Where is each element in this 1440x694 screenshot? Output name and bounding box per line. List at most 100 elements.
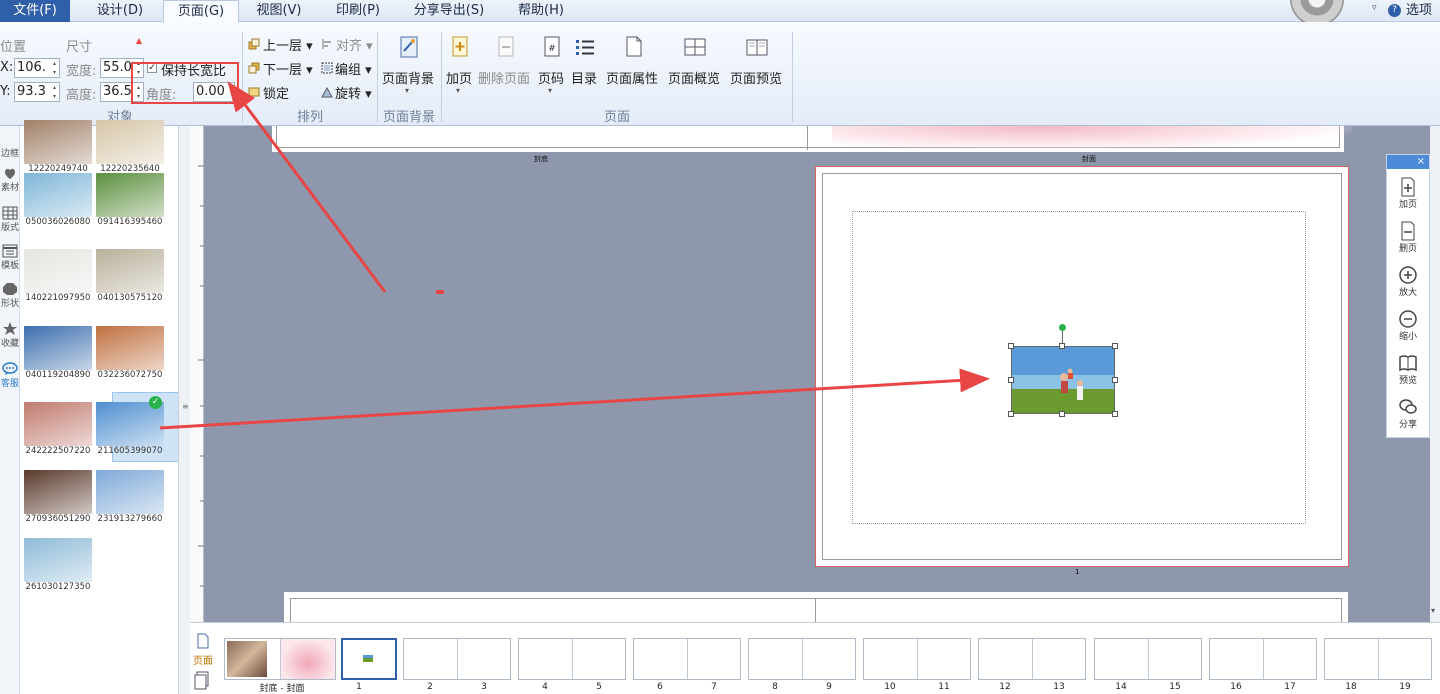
- spread-thumbnail[interactable]: [748, 638, 856, 680]
- book-icon: [1399, 355, 1417, 372]
- photo-thumbnail[interactable]: [96, 120, 164, 164]
- page-preview-button[interactable]: 页面预览: [730, 68, 782, 87]
- resize-handle[interactable]: [1008, 377, 1014, 383]
- page-number-label: 7: [711, 682, 717, 692]
- photo-thumbnail[interactable]: [96, 470, 164, 514]
- resize-handle[interactable]: [1059, 411, 1065, 417]
- quick-share[interactable]: 分享: [1387, 397, 1429, 430]
- photo-thumbnail[interactable]: [24, 249, 92, 293]
- pages-stack-icon[interactable]: [194, 671, 210, 691]
- resize-handle[interactable]: [1008, 343, 1014, 349]
- page-background-button[interactable]: 页面背景: [382, 68, 434, 87]
- quick-zoom-out[interactable]: 缩小: [1387, 309, 1429, 342]
- photo-thumbnail[interactable]: [24, 538, 92, 582]
- spread-thumbnail[interactable]: [1324, 638, 1432, 680]
- photo-thumbnail[interactable]: [24, 120, 92, 164]
- page-number-label: 19: [1399, 682, 1411, 692]
- photo-thumbnail[interactable]: [96, 249, 164, 293]
- cover-thumbnail[interactable]: [224, 638, 336, 680]
- spread-thumbnail[interactable]: [1094, 638, 1202, 680]
- group-button[interactable]: 编组 ▾: [335, 59, 372, 78]
- resize-handle[interactable]: [1112, 411, 1118, 417]
- spine-line: [280, 639, 281, 679]
- zoom-in-icon: [1399, 266, 1417, 284]
- page-background-dropdown-icon[interactable]: ▾: [405, 86, 409, 95]
- tab-pages[interactable]: 页面: [192, 633, 214, 667]
- tool-border[interactable]: 边框: [0, 146, 20, 159]
- spread-thumbnail[interactable]: [863, 638, 971, 680]
- collapse-ribbon-icon[interactable]: ▿: [1372, 3, 1382, 17]
- quick-zoom-in[interactable]: 放大: [1387, 265, 1429, 298]
- send-backward-button[interactable]: 下一层 ▾: [263, 59, 313, 78]
- tool-material[interactable]: 素材: [0, 166, 20, 193]
- page-number-icon: #: [540, 34, 564, 60]
- lock-button[interactable]: 锁定: [263, 83, 289, 102]
- menu-file[interactable]: 文件(F): [0, 0, 70, 22]
- menu-print[interactable]: 印刷(P): [324, 0, 392, 22]
- design-canvas[interactable]: 封底 封面 1 ▾: [204, 126, 1430, 622]
- quick-add-page[interactable]: 加页: [1387, 177, 1429, 210]
- tool-favorites[interactable]: 收藏: [0, 322, 20, 349]
- photo-filename: 040119204890: [25, 370, 91, 380]
- photo-filename: 211605399070: [97, 446, 163, 456]
- photo-panel-scrollbar[interactable]: ≡: [178, 126, 190, 694]
- bring-forward-button[interactable]: 上一层 ▾: [263, 35, 313, 54]
- delete-page-button[interactable]: 删除页面: [478, 68, 530, 87]
- resize-handle[interactable]: [1112, 343, 1118, 349]
- spread-thumbnail[interactable]: [978, 638, 1086, 680]
- page-thumbnail-1[interactable]: [341, 638, 397, 680]
- options-button[interactable]: 选项: [1406, 0, 1432, 21]
- menu-help[interactable]: 帮助(H): [507, 0, 575, 22]
- back-cover-label: 封底: [534, 155, 548, 163]
- help-icon[interactable]: ?: [1388, 4, 1401, 17]
- spread-thumbnail[interactable]: [403, 638, 511, 680]
- close-icon[interactable]: ×: [1417, 155, 1425, 168]
- rotate-button[interactable]: 旋转 ▾: [335, 83, 372, 102]
- page-bleed-line: [290, 598, 1342, 622]
- tool-template[interactable]: 模板: [0, 244, 20, 271]
- rotate-handle[interactable]: [1059, 324, 1066, 331]
- toc-button[interactable]: 目录: [571, 68, 597, 87]
- resize-handle[interactable]: [1008, 411, 1014, 417]
- tool-layout[interactable]: 版式: [0, 206, 20, 233]
- tool-service[interactable]: 客服: [0, 362, 20, 389]
- menu-design[interactable]: 设计(D): [84, 0, 156, 22]
- spread-thumbnail[interactable]: [633, 638, 741, 680]
- align-button[interactable]: 对齐 ▾: [336, 35, 373, 54]
- cover-spread[interactable]: [272, 126, 1352, 152]
- menu-view[interactable]: 视图(V): [245, 0, 313, 22]
- y-spinner-icon[interactable]: ▴ ▾: [50, 83, 59, 101]
- quick-preview[interactable]: 预览: [1387, 353, 1429, 386]
- add-page-button[interactable]: 加页: [446, 68, 472, 87]
- page-properties-button[interactable]: 页面属性: [606, 68, 658, 87]
- resize-handle[interactable]: [1059, 343, 1065, 349]
- photo-thumbnail[interactable]: [24, 402, 92, 446]
- photo-thumbnail[interactable]: [96, 326, 164, 370]
- photo-thumbnail[interactable]: [24, 173, 92, 217]
- resize-handle[interactable]: [1112, 377, 1118, 383]
- bring-forward-icon: [248, 38, 260, 50]
- canvas-vertical-scrollbar[interactable]: ▾: [1430, 126, 1440, 622]
- photo-thumbnail[interactable]: [24, 326, 92, 370]
- photo-thumbnail[interactable]: [96, 173, 164, 217]
- zoom-out-icon: [1399, 310, 1417, 328]
- menu-page[interactable]: 页面(G): [163, 0, 239, 23]
- background-group-label: 页面背景: [382, 110, 435, 125]
- add-page-dropdown-icon[interactable]: ▾: [456, 86, 460, 95]
- y-input[interactable]: 93.3 ▴ ▾: [14, 82, 60, 102]
- tool-shape[interactable]: 形状: [0, 282, 20, 309]
- page-2-3-spread[interactable]: [284, 592, 1348, 622]
- scroll-down-arrow-icon[interactable]: ▾: [1431, 606, 1435, 615]
- spread-thumbnail[interactable]: [518, 638, 626, 680]
- photo-thumbnail[interactable]: [24, 470, 92, 514]
- quick-delete-page[interactable]: 删页: [1387, 221, 1429, 254]
- x-input[interactable]: 106. ▴ ▾: [14, 58, 60, 78]
- page-overview-button[interactable]: 页面概览: [668, 68, 720, 87]
- spread-thumbnail[interactable]: [1209, 638, 1317, 680]
- splitter-grip-icon[interactable]: ≡: [182, 402, 189, 411]
- page-1[interactable]: [815, 166, 1349, 567]
- page-number-button[interactable]: 页码: [538, 68, 564, 87]
- menu-share[interactable]: 分享导出(S): [401, 0, 497, 22]
- page-number-dropdown-icon[interactable]: ▾: [548, 86, 552, 95]
- x-spinner-icon[interactable]: ▴ ▾: [50, 59, 59, 77]
